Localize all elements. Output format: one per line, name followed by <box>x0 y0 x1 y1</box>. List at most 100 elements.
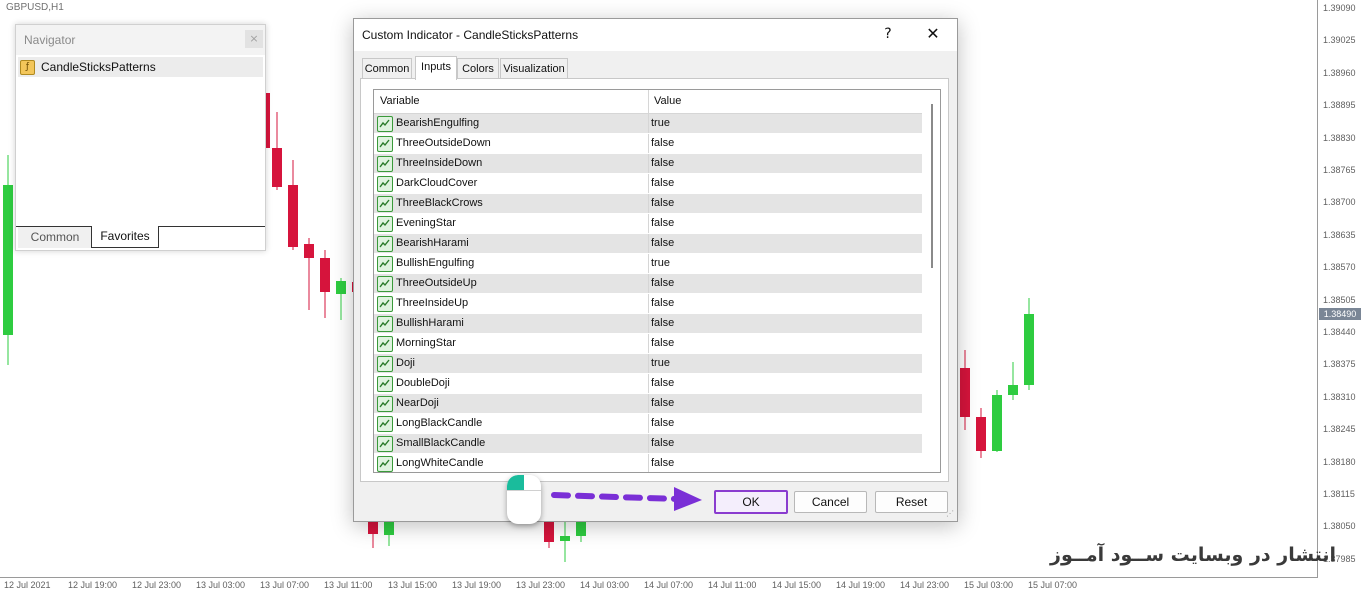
price-axis-label: 1.38310 <box>1323 391 1356 402</box>
resize-grip-icon[interactable]: ⋰ <box>946 509 955 518</box>
navigator-item-candlestickspatterns[interactable]: ƒ CandleSticksPatterns <box>18 57 263 77</box>
input-value[interactable]: true <box>651 257 670 269</box>
table-row[interactable]: DarkCloudCover false <box>374 174 922 194</box>
price-axis-label: 1.38245 <box>1323 424 1356 435</box>
time-axis-label: 14 Jul 15:00 <box>772 580 822 590</box>
mouse-left-button-highlight <box>507 475 524 490</box>
table-row[interactable]: BearishHarami false <box>374 234 922 254</box>
input-value[interactable]: false <box>651 237 674 249</box>
cell-separator <box>648 374 649 393</box>
navigator-close-icon[interactable]: × <box>245 30 263 48</box>
input-variable-name: BullishEngulfing <box>396 257 475 269</box>
table-row[interactable]: ThreeOutsideUp false <box>374 274 922 294</box>
input-value[interactable]: false <box>651 377 674 389</box>
cell-separator <box>648 294 649 313</box>
input-value[interactable]: false <box>651 437 674 449</box>
scrollbar-thumb[interactable] <box>931 104 933 268</box>
navigator-tabs: Common Favorites <box>16 226 265 251</box>
input-value[interactable]: false <box>651 177 674 189</box>
table-row[interactable]: ThreeInsideDown false <box>374 154 922 174</box>
table-header: Variable Value <box>374 90 922 114</box>
input-variable-name: BullishHarami <box>396 317 464 329</box>
table-row[interactable]: EveningStar false <box>374 214 922 234</box>
cell-separator <box>648 414 649 433</box>
bullish-candle <box>3 185 13 335</box>
time-axis-label: 14 Jul 07:00 <box>644 580 694 590</box>
input-value[interactable]: false <box>651 397 674 409</box>
cell-separator <box>648 454 649 472</box>
price-axis-label: 1.38960 <box>1323 67 1356 78</box>
tab-colors[interactable]: Colors <box>457 58 499 79</box>
table-row[interactable]: ThreeInsideUp false <box>374 294 922 314</box>
table-row[interactable]: Doji true <box>374 354 922 374</box>
input-value[interactable]: true <box>651 357 670 369</box>
tab-visualization[interactable]: Visualization <box>500 58 568 79</box>
table-row[interactable]: LongBlackCandle false <box>374 414 922 434</box>
price-axis-label: 1.39090 <box>1323 3 1356 13</box>
column-header-variable[interactable]: Variable <box>380 95 420 107</box>
navigator-tab-common[interactable]: Common <box>18 227 92 248</box>
time-axis-label: 13 Jul 07:00 <box>260 580 310 590</box>
input-value[interactable]: false <box>651 157 674 169</box>
input-value[interactable]: false <box>651 197 674 209</box>
bearish-candle <box>288 185 298 247</box>
reset-button[interactable]: Reset <box>875 491 948 513</box>
bullish-candle <box>560 536 570 541</box>
cell-separator <box>648 114 649 133</box>
tab-inputs[interactable]: Inputs <box>415 56 457 80</box>
table-row[interactable]: MorningStar false <box>374 334 922 354</box>
input-variable-name: Doji <box>396 357 415 369</box>
bearish-candle <box>976 417 986 451</box>
input-value[interactable]: false <box>651 457 674 469</box>
input-value[interactable]: false <box>651 217 674 229</box>
table-row[interactable]: LongWhiteCandle false <box>374 454 922 472</box>
table-row[interactable]: DoubleDoji false <box>374 374 922 394</box>
input-value[interactable]: false <box>651 297 674 309</box>
bearish-candle <box>304 244 314 258</box>
column-separator[interactable] <box>648 90 649 113</box>
price-axis-label: 1.38765 <box>1323 165 1356 175</box>
current-price-tag: 1.38490 <box>1319 308 1361 320</box>
indicator-icon: ƒ <box>20 59 35 75</box>
input-variable-name: ThreeBlackCrows <box>396 197 483 209</box>
input-value[interactable]: true <box>651 117 670 129</box>
mouse-divider <box>507 490 541 491</box>
ok-button[interactable]: OK <box>714 490 788 514</box>
input-value[interactable]: false <box>651 277 674 289</box>
time-axis-label: 12 Jul 23:00 <box>132 580 182 590</box>
table-row[interactable]: BearishEngulfing true <box>374 114 922 134</box>
time-axis-label: 14 Jul 03:00 <box>580 580 630 590</box>
navigator-tab-favorites[interactable]: Favorites <box>91 226 159 248</box>
column-header-value[interactable]: Value <box>654 95 681 107</box>
table-row[interactable]: ThreeOutsideDown false <box>374 134 922 154</box>
table-row[interactable]: ThreeBlackCrows false <box>374 194 922 214</box>
input-value[interactable]: false <box>651 417 674 429</box>
input-value[interactable]: false <box>651 317 674 329</box>
close-icon[interactable]: ✕ <box>920 23 946 45</box>
table-row[interactable]: BullishEngulfing true <box>374 254 922 274</box>
input-value[interactable]: false <box>651 337 674 349</box>
dashed-arrow-icon <box>551 487 702 511</box>
bearish-candle <box>544 519 554 542</box>
table-row[interactable]: SmallBlackCandle false <box>374 434 922 454</box>
cancel-button[interactable]: Cancel <box>794 491 867 513</box>
help-button[interactable]: ? <box>876 23 900 45</box>
dialog-title: Custom Indicator - CandleSticksPatterns <box>362 28 579 42</box>
vertical-scrollbar[interactable] <box>924 90 940 472</box>
custom-indicator-dialog: Custom Indicator - CandleSticksPatterns … <box>353 18 958 522</box>
input-variable-name: BearishHarami <box>396 237 469 249</box>
tab-common[interactable]: Common <box>362 58 412 79</box>
cell-separator <box>648 154 649 173</box>
price-axis-label: 1.38895 <box>1323 100 1356 111</box>
table-row[interactable]: BullishHarami false <box>374 314 922 334</box>
cell-separator <box>648 134 649 153</box>
input-value[interactable]: false <box>651 137 674 149</box>
cell-separator <box>648 434 649 453</box>
input-variable-name: ThreeInsideDown <box>396 157 483 169</box>
dialog-titlebar[interactable]: Custom Indicator - CandleSticksPatterns … <box>354 19 957 51</box>
price-axis-label: 1.38440 <box>1323 327 1356 337</box>
inputs-table: Variable Value BearishEngulfing true Three… <box>373 89 941 473</box>
navigator-title: Navigator <box>24 33 76 47</box>
input-param-icon <box>377 236 393 252</box>
table-row[interactable]: NearDoji false <box>374 394 922 414</box>
